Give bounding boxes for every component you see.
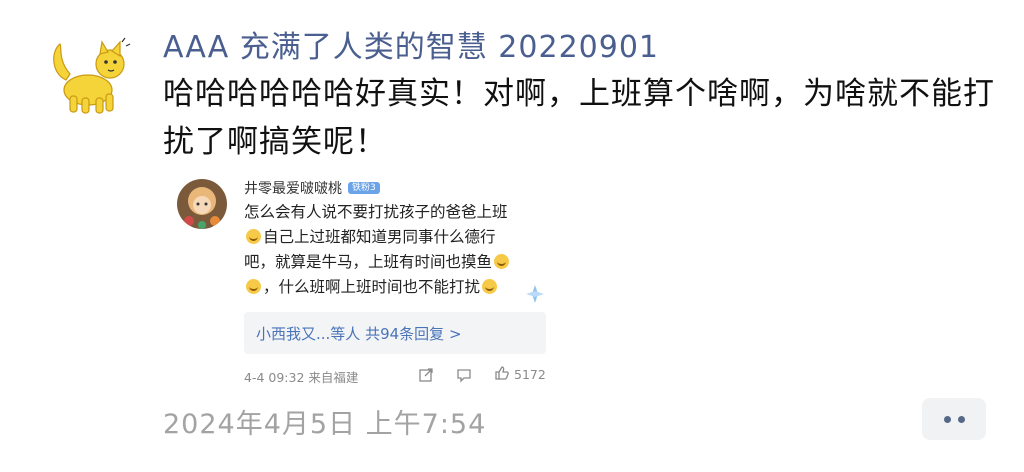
emoji-icon (494, 254, 510, 269)
like-count: 5172 (514, 367, 546, 382)
quoted-username[interactable]: 井零最爱啵啵桃 (244, 178, 342, 198)
quoted-line-3-wrap: 吧，就算是牛马，上班有时间也摸鱼 (244, 250, 554, 275)
post-timestamp: 2024年4月5日 上午7:54 (163, 409, 487, 440)
like-button[interactable]: 5172 (494, 365, 546, 384)
comment-icon[interactable] (456, 367, 472, 383)
quoted-line-2: 自己上过班都知道男同事什么德行 (263, 228, 496, 246)
replies-summary[interactable]: 小西我又...等人 共94条回复 > (244, 312, 546, 354)
dot (957, 415, 965, 423)
sparkle-icon (525, 284, 545, 304)
quoted-actions: 5172 (418, 365, 546, 384)
quoted-line-1: 怎么会有人说不要打扰孩子的爸爸上班 (244, 203, 508, 221)
share-icon[interactable] (418, 367, 434, 383)
quoted-text: 怎么会有人说不要打扰孩子的爸爸上班 自己上过班都知道男同事什么德行 吧，就算是牛… (244, 200, 554, 300)
post-text: 哈哈哈哈哈哈好真实！对啊，上班算个啥啊，为啥就不能打扰了啊搞笑呢！ (163, 76, 995, 160)
quoted-comment[interactable]: 井零最爱啵啵桃 铁粉3 怎么会有人说不要打扰孩子的爸爸上班 自己上过班都知道男同… (170, 172, 555, 387)
quoted-line-3: 吧，就算是牛马，上班有时间也摸鱼 (244, 253, 493, 271)
quoted-avatar (177, 179, 227, 229)
replies-link[interactable]: 小西我又...等人 共94条回复 > (256, 323, 462, 344)
emoji-icon (246, 279, 261, 294)
cat-avatar-icon[interactable] (42, 30, 134, 122)
fan-level-badge: 铁粉3 (348, 182, 380, 194)
quoted-username-row: 井零最爱啵啵桃 铁粉3 (244, 178, 380, 198)
replies-count: 共94条回复 > (365, 325, 462, 343)
quoted-line-4: ，什么班啊上班时间也不能打扰 (263, 278, 481, 296)
quoted-line-2-wrap: 自己上过班都知道男同事什么德行 (244, 225, 554, 250)
emoji-icon (482, 279, 498, 294)
quoted-meta: 4-4 09:32 来自福建 (244, 370, 359, 385)
post-author[interactable]: AAA 充满了人类的智慧 20220901 (163, 22, 659, 66)
like-icon (494, 365, 510, 384)
more-dots-icon[interactable] (922, 398, 986, 440)
replies-users: 小西我又...等人 (256, 325, 361, 343)
emoji-icon (246, 229, 261, 244)
quoted-line-4-wrap: ，什么班啊上班时间也不能打扰 (244, 275, 554, 300)
dot (943, 415, 951, 423)
